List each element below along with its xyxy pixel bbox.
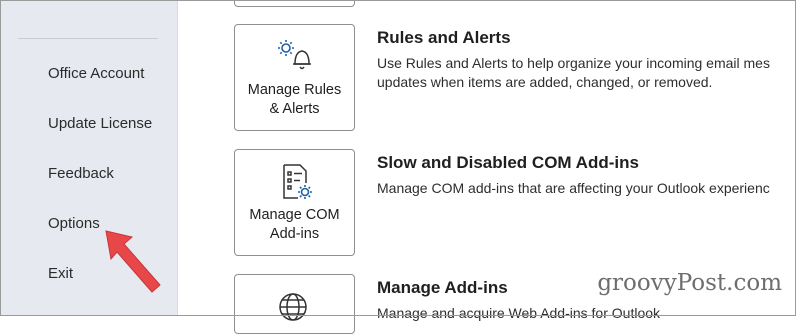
section-title: Slow and Disabled COM Add-ins (377, 153, 639, 172)
sidebar-divider (18, 38, 158, 39)
section-description: Use Rules and Alerts to help organize yo… (377, 54, 770, 92)
manage-rules-label-1: Manage Rules (247, 82, 342, 98)
sidebar-item-options[interactable]: Options (48, 215, 100, 232)
manage-com-label-1: Manage COM (249, 207, 340, 223)
previous-card[interactable] (234, 0, 355, 7)
description-line: Manage and acquire Web Add-ins for Outlo… (377, 305, 661, 321)
sidebar-item-office-account[interactable]: Office Account (48, 65, 144, 82)
manage-rules-alerts-button[interactable]: Manage Rules & Alerts (234, 24, 355, 131)
manage-addins-button[interactable] (234, 274, 355, 334)
sidebar-item-update-license[interactable]: Update License (48, 115, 152, 132)
description-line: Use Rules and Alerts to help organize yo… (377, 55, 770, 71)
section-description: Manage and acquire Web Add-ins for Outlo… (377, 304, 660, 323)
description-line: updates when items are added, changed, o… (377, 74, 713, 90)
com-addins-section: Slow and Disabled COM Add-ins Manage COM… (377, 153, 770, 198)
gear-bell-icon (275, 37, 315, 78)
main-content: Manage Rules & Alerts Rules and Alerts U… (178, 0, 796, 334)
globe-gear-icon (275, 289, 315, 330)
manage-com-label-2: Add-ins (269, 226, 320, 242)
description-line: Manage COM add-ins that are affecting yo… (377, 180, 770, 196)
sidebar-item-exit[interactable]: Exit (48, 265, 73, 282)
sidebar-item-feedback[interactable]: Feedback (48, 165, 114, 182)
section-description: Manage COM add-ins that are affecting yo… (377, 179, 770, 198)
list-gear-icon (275, 162, 315, 207)
arrow-pointer-icon (102, 227, 164, 302)
watermark: groovyPost.com (597, 270, 782, 296)
manage-com-addins-button[interactable]: Manage COM Add-ins (234, 149, 355, 256)
section-title: Rules and Alerts (377, 28, 511, 47)
manage-rules-label-2: & Alerts (269, 101, 320, 117)
rules-alerts-section: Rules and Alerts Use Rules and Alerts to… (377, 28, 770, 92)
